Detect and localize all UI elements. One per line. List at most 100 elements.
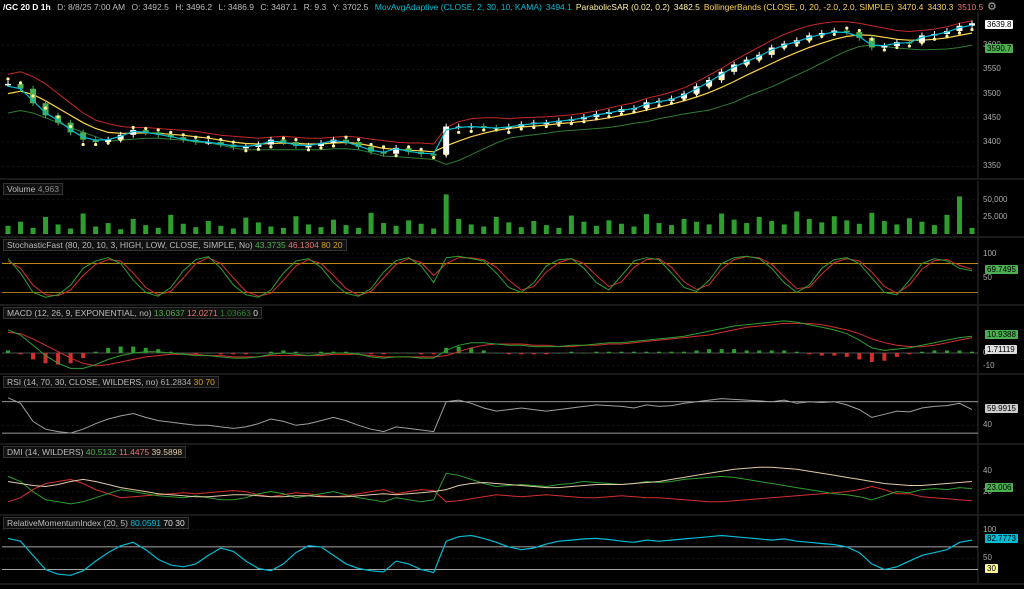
volume-bar [844,220,850,234]
y-tick-label: -10 [983,360,995,370]
sar-dot [494,128,498,132]
macd-hist-bar [707,349,712,353]
sar-dot [106,141,110,145]
macd-hist-bar [481,350,486,353]
study-title[interactable]: RSI (14, 70, 30, CLOSE, WILDERS, no) [7,377,161,387]
macd-hist-bar [844,353,849,357]
volume-bar [18,221,24,234]
volume-bar [80,213,86,234]
macd-hist-bar [231,353,236,355]
volume-bar [143,225,149,234]
sar-dot [219,138,223,142]
macd-hist-bar [732,349,737,353]
study-title[interactable]: MACD (12, 26, 9, EXPONENTIAL, no) [7,308,154,318]
study-value: 70 [163,518,176,528]
macd-hist-bar [381,353,386,355]
macd-hist-bar [6,350,10,353]
volume-bar [118,229,124,234]
sar-dot [569,122,573,126]
volume-bar [55,224,61,234]
study-title[interactable]: StochasticFast (80, 20, 10, 3, HIGH, LOW… [7,240,255,250]
study-label[interactable]: BollingerBands (CLOSE, 0, 20, -2.0, 2.0,… [704,2,893,12]
volume-bar [268,226,274,234]
y-tick-label: 50,000 [983,194,1008,204]
macd-hist-bar [894,353,899,357]
macd-hist-bar [406,353,411,354]
volume-bar [130,218,136,234]
dmi-value-tag: 23.006 [985,482,1014,492]
study-header[interactable]: DMI (14, WILDERS) 40.5132 11.4475 39.589… [3,446,187,458]
volume-bar [343,225,349,234]
study-label[interactable]: ParabolicSAR (0.02, 0.2) [576,2,670,12]
study-title[interactable]: Volume [7,184,38,194]
symbol-label[interactable]: /GC 20 D 1h [3,2,51,12]
study-value: 3482.5 [673,2,700,12]
macd-hist-bar [619,351,624,353]
macd-hist-bar [494,353,499,354]
macd-hist-bar [669,351,674,353]
macd-hist-bar [807,353,812,355]
sar-dot [807,38,811,42]
volume-bar [681,218,687,234]
study-header[interactable]: MACD (12, 26, 9, EXPONENTIAL, no) 13.063… [3,307,262,319]
study-header[interactable]: Volume 4,963 [3,183,63,195]
sar-dot [432,155,436,160]
bar-date: D: 8/8/25 7:00 AM [57,2,126,12]
volume-bar [318,227,324,234]
volume-bar [193,227,199,234]
sar-dot [119,138,123,142]
volume-bar [631,226,637,234]
y-tick-label: 25,000 [983,211,1008,221]
macd-hist-bar [256,353,261,354]
sar-dot [344,135,348,139]
bar-close: C: 3487.1 [260,2,298,12]
study-header[interactable]: RelativeMomentumIndex (20, 5) 80.0591 70… [3,517,189,529]
sar-dot [18,81,23,85]
study-header[interactable]: StochasticFast (80, 20, 10, 3, HIGH, LOW… [3,239,347,251]
macd-hist-bar [932,350,937,353]
macd-hist-bar [306,353,311,354]
study-value: 11.4475 [118,447,152,457]
study-title[interactable]: DMI (14, WILDERS) [7,447,86,457]
settings-icon[interactable]: ⚙ [987,0,997,13]
macd-hist-bar [519,353,524,355]
macd-hist-bar [506,353,511,355]
sar-dot [682,97,686,101]
macd-value-tag: 10.9388 [985,330,1018,340]
volume-bar [581,221,587,234]
sar-dot [31,94,35,98]
sar-dot [131,125,135,130]
volume-bar [406,220,412,234]
sar-dot [68,124,73,129]
sar-dot [970,27,974,32]
macd-hist-bar [907,353,912,355]
volume-bar [431,228,437,234]
study-label[interactable]: MovAvgAdaptive (CLOSE, 2, 30, 10, KAMA) [375,2,542,12]
macd-hist-bar [970,351,974,353]
sar-dot [669,101,674,105]
volume-bar [468,224,474,234]
sar-dot [81,142,85,147]
volume-bar [243,217,249,234]
y-tick-label: 3550 [983,64,1001,74]
volume-bar [956,196,962,234]
rsi-line [7,397,973,434]
volume-bar [368,212,374,234]
sar-dot [770,50,774,54]
study-title[interactable]: RelativeMomentumIndex (20, 5) [7,518,130,528]
volume-bar [856,223,862,234]
y-tick-label: 100 [983,524,997,534]
volume-bar [93,226,99,234]
sar-dot [507,130,511,134]
sar-dot [369,142,373,147]
sar-dot [820,34,824,38]
y-tick-label: 3450 [983,112,1001,122]
sar-dot [144,126,148,131]
sar-dot [181,133,185,137]
study-header[interactable]: RSI (14, 70, 30, CLOSE, WILDERS, no) 61.… [3,376,219,388]
macd-hist-bar [919,351,924,353]
sar-dot [94,142,98,147]
macd-hist-bar [218,353,223,355]
macd-hist-bar [869,353,874,362]
volume-bar [781,224,787,234]
